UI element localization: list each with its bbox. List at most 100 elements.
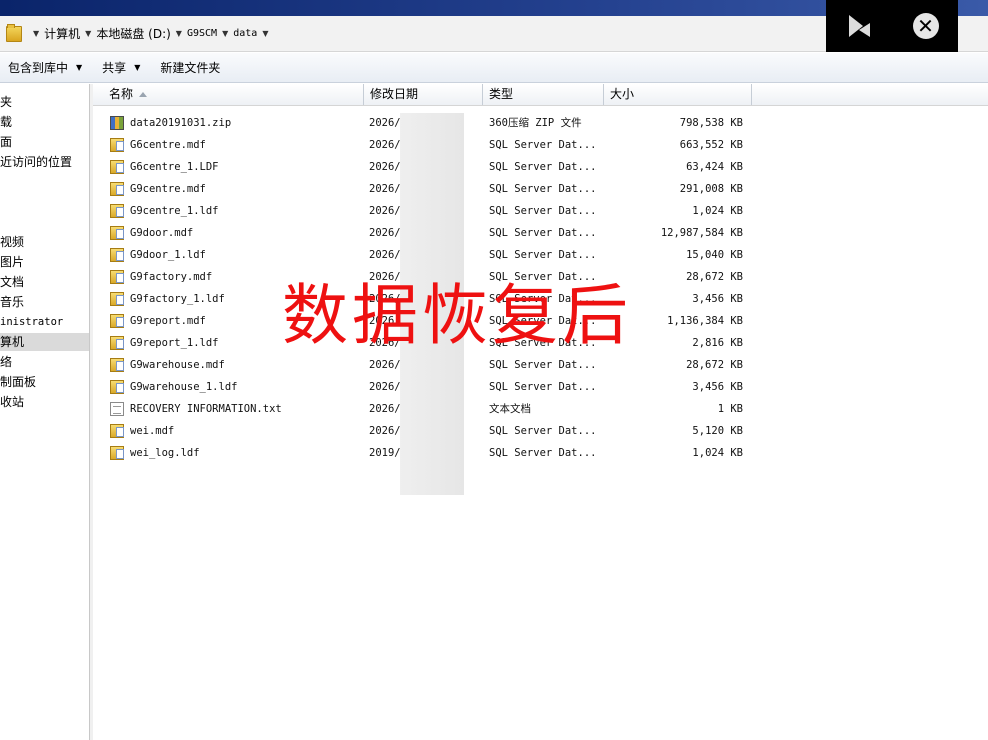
nav-item[interactable]: 面	[0, 133, 12, 151]
file-type: SQL Server Dat...	[489, 359, 597, 371]
file-date: 2026/	[369, 205, 401, 217]
file-type: 文本文档	[489, 403, 531, 415]
nav-item-pictures[interactable]: 图片	[0, 253, 24, 271]
nav-item[interactable]: 夹	[0, 93, 12, 111]
file-name: G9report_1.ldf	[130, 337, 219, 349]
new-folder-button[interactable]: 新建文件夹	[160, 59, 220, 76]
column-size-label: 大小	[610, 87, 635, 101]
file-size: 63,424 KB	[686, 161, 743, 173]
file-date: 2026/	[369, 117, 401, 129]
include-in-library-label: 包含到库中	[8, 61, 69, 75]
chevron-down-icon[interactable]: ▼	[85, 29, 91, 38]
database-file-icon	[110, 182, 124, 196]
file-type: SQL Server Dat...	[489, 161, 597, 173]
database-file-icon	[110, 358, 124, 372]
database-file-icon	[110, 292, 124, 306]
file-type: SQL Server Dat...	[489, 205, 597, 217]
database-file-icon	[110, 270, 124, 284]
chevron-down-icon: ▼	[134, 63, 141, 72]
column-header-date[interactable]: 修改日期	[364, 84, 483, 105]
file-name: G9centre_1.ldf	[130, 205, 219, 217]
database-file-icon	[110, 314, 124, 328]
file-name: G9warehouse.mdf	[130, 359, 225, 371]
file-date: 2026/	[369, 403, 401, 415]
breadcrumb-item-g9scm[interactable]: G9SCM	[187, 28, 217, 39]
watermark-text: 数据恢复后	[282, 277, 632, 354]
skip-back-icon[interactable]	[846, 12, 874, 40]
column-header-size[interactable]: 大小	[604, 84, 752, 105]
nav-item-computer[interactable]: 算机	[0, 333, 89, 351]
file-size: 3,456 KB	[692, 381, 743, 393]
file-name: G6centre_1.LDF	[130, 161, 219, 173]
file-size: 1 KB	[717, 403, 743, 415]
nav-item-recycle-bin[interactable]: 收站	[0, 393, 24, 411]
breadcrumb: ▼ 计算机 ▼ 本地磁盘 (D:) ▼ G9SCM ▼ data ▼	[28, 25, 273, 42]
file-date: 2026/	[369, 161, 401, 173]
breadcrumb-item-data[interactable]: data	[233, 28, 257, 39]
database-file-icon	[110, 446, 124, 460]
file-name: G9factory.mdf	[130, 271, 213, 283]
share-button[interactable]: 共享 ▼	[102, 59, 140, 76]
file-name: G9door.mdf	[130, 227, 194, 239]
close-icon[interactable]: ✕	[912, 13, 939, 39]
database-file-icon	[110, 336, 124, 350]
sort-ascending-icon	[139, 92, 148, 97]
command-toolbar: 包含到库中 ▼ 共享 ▼ 新建文件夹	[0, 53, 988, 83]
breadcrumb-item-drive-d[interactable]: 本地磁盘 (D:)	[96, 25, 170, 42]
file-type: SQL Server Dat...	[489, 381, 597, 393]
file-type: SQL Server Dat...	[489, 139, 597, 151]
database-file-icon	[110, 160, 124, 174]
file-size: 1,024 KB	[692, 205, 743, 217]
text-file-icon	[110, 402, 124, 416]
player-overlay-controls: ✕	[826, 0, 958, 52]
file-size: 291,008 KB	[679, 183, 743, 195]
chevron-down-icon[interactable]: ▼	[262, 29, 268, 38]
nav-item-recent-places[interactable]: 近访问的位置	[0, 153, 72, 171]
file-date: 2026/	[369, 359, 401, 371]
nav-item[interactable]: 载	[0, 113, 12, 131]
nav-item-videos[interactable]: 视频	[0, 233, 24, 251]
file-date: 2026/	[369, 139, 401, 151]
file-type: 360压缩 ZIP 文件	[489, 117, 582, 129]
file-name: data20191031.zip	[130, 117, 232, 129]
file-type: SQL Server Dat...	[489, 447, 597, 459]
folder-icon	[6, 23, 22, 42]
file-name: RECOVERY INFORMATION.txt	[130, 403, 282, 415]
file-type: SQL Server Dat...	[489, 249, 597, 261]
share-label: 共享	[102, 61, 127, 75]
file-size: 12,987,584 KB	[660, 227, 743, 239]
file-name: wei_log.ldf	[130, 447, 200, 459]
nav-item-administrator[interactable]: inistrator	[0, 313, 63, 331]
file-date: 2026/	[369, 249, 401, 261]
chevron-down-icon[interactable]: ▼	[176, 29, 182, 38]
file-date: 2019/	[369, 447, 401, 459]
nav-item-documents[interactable]: 文档	[0, 273, 24, 291]
file-name: wei.mdf	[130, 425, 175, 437]
nav-item-music[interactable]: 音乐	[0, 293, 24, 311]
file-type: SQL Server Dat...	[489, 183, 597, 195]
nav-item-control-panel[interactable]: 制面板	[0, 373, 36, 391]
chevron-down-icon[interactable]: ▼	[33, 29, 39, 38]
include-in-library-button[interactable]: 包含到库中 ▼	[8, 59, 82, 76]
file-name: G9door_1.ldf	[130, 249, 206, 261]
file-date: 2026/	[369, 425, 401, 437]
column-type-label: 类型	[489, 87, 514, 101]
file-size: 5,120 KB	[692, 425, 743, 437]
file-size: 1,024 KB	[692, 447, 743, 459]
file-date: 2026/	[369, 227, 401, 239]
file-size: 798,538 KB	[679, 117, 743, 129]
file-type: SQL Server Dat...	[489, 425, 597, 437]
column-header-row: 名称 修改日期 类型 大小	[93, 84, 988, 106]
file-date: 2026/	[369, 183, 401, 195]
column-header-name[interactable]: 名称	[93, 84, 364, 105]
column-name-label: 名称	[109, 87, 134, 101]
nav-item-network[interactable]: 络	[0, 353, 12, 371]
breadcrumb-item-computer[interactable]: 计算机	[44, 25, 80, 42]
database-file-icon	[110, 424, 124, 438]
column-header-type[interactable]: 类型	[483, 84, 604, 105]
file-type: SQL Server Dat...	[489, 227, 597, 239]
chevron-down-icon[interactable]: ▼	[222, 29, 228, 38]
file-name: G9warehouse_1.ldf	[130, 381, 238, 393]
database-file-icon	[110, 380, 124, 394]
new-folder-label: 新建文件夹	[160, 61, 221, 75]
